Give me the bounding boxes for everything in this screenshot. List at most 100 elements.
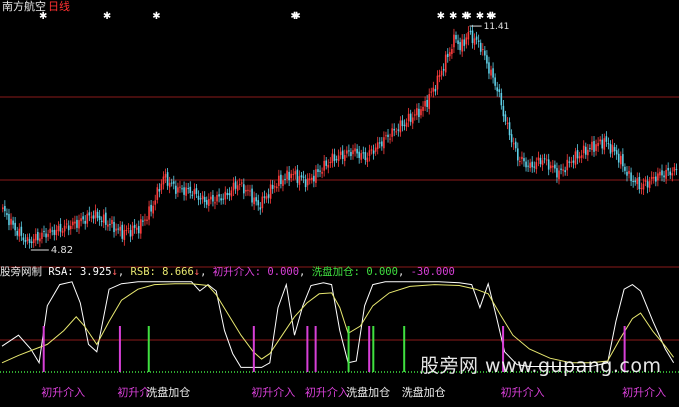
candle-body bbox=[576, 150, 579, 159]
chusheng-value: 0.000 bbox=[267, 266, 300, 278]
candle-body bbox=[78, 220, 80, 229]
candle-body bbox=[261, 196, 264, 209]
candle-body bbox=[26, 237, 29, 241]
candle-body bbox=[428, 94, 431, 109]
candle-body bbox=[127, 228, 130, 230]
extra-value: -30.000 bbox=[410, 266, 455, 278]
candle-body bbox=[383, 137, 385, 149]
candle-body bbox=[535, 162, 538, 170]
candle-body bbox=[655, 176, 657, 182]
candle-body bbox=[199, 198, 202, 200]
candle-body bbox=[43, 230, 45, 232]
candle-body bbox=[508, 122, 511, 136]
xipan-signal-bar bbox=[347, 326, 350, 372]
candle-body bbox=[574, 151, 577, 165]
candle-body bbox=[374, 147, 377, 152]
candle-body bbox=[494, 77, 496, 86]
candle-body bbox=[463, 39, 466, 46]
candle-body bbox=[533, 166, 536, 168]
candle-body bbox=[20, 226, 23, 236]
candle-body bbox=[238, 184, 241, 186]
candle-body bbox=[657, 173, 659, 181]
candle-body bbox=[154, 200, 157, 205]
candle-body bbox=[364, 152, 367, 161]
candle-body bbox=[595, 144, 597, 151]
candle-body bbox=[245, 189, 247, 192]
candle-body bbox=[527, 165, 529, 167]
candle-body bbox=[90, 216, 93, 218]
candle-body bbox=[442, 69, 445, 71]
candle-body bbox=[455, 35, 457, 40]
candle-body bbox=[446, 53, 449, 58]
candle-body bbox=[65, 223, 68, 225]
candle-body bbox=[257, 200, 260, 206]
candle-body bbox=[566, 159, 569, 171]
candle-body bbox=[479, 42, 482, 52]
signal-label: 初升介入 bbox=[251, 386, 296, 399]
candle-body bbox=[294, 171, 297, 175]
candle-body bbox=[226, 192, 229, 196]
candle-body bbox=[92, 215, 95, 219]
candle-body bbox=[582, 145, 585, 154]
candle-body bbox=[111, 219, 113, 224]
signal-marker-icon: ✱ bbox=[488, 11, 496, 22]
candle-body bbox=[306, 178, 309, 186]
candle-body bbox=[181, 188, 183, 190]
candle-body bbox=[183, 187, 185, 195]
candle-body bbox=[597, 142, 599, 147]
candle-body bbox=[255, 197, 257, 202]
rsa-value: 3.925 bbox=[79, 266, 112, 278]
candle-body bbox=[488, 62, 490, 74]
candle-body bbox=[539, 157, 542, 165]
candle-body bbox=[378, 142, 381, 144]
candle-body bbox=[611, 145, 614, 152]
candle-body bbox=[572, 160, 575, 163]
candle-body bbox=[416, 108, 418, 116]
candle-body bbox=[133, 224, 136, 228]
candle-body bbox=[459, 42, 461, 51]
candle-body bbox=[185, 187, 187, 196]
candle-body bbox=[354, 148, 356, 152]
candle-body bbox=[140, 219, 142, 234]
candle-body bbox=[69, 225, 72, 230]
candle-body bbox=[236, 185, 239, 191]
candle-body bbox=[675, 168, 678, 170]
candle-body bbox=[385, 135, 387, 137]
signal-marker-icon: ✱ bbox=[152, 11, 160, 22]
candle-body bbox=[220, 198, 222, 201]
candle-body bbox=[119, 226, 122, 231]
signal-marker-icon: ✱ bbox=[437, 11, 445, 22]
candle-body bbox=[164, 174, 167, 178]
indicator-header: 股旁网制 RSA: 3.925↓, RSB: 8.666↓, 初升介入: 0.0… bbox=[0, 266, 455, 278]
candle-body bbox=[170, 182, 173, 184]
candle-body bbox=[39, 238, 41, 242]
candle-body bbox=[558, 170, 560, 180]
candle-body bbox=[498, 89, 501, 92]
candle-body bbox=[461, 39, 463, 52]
candle-body bbox=[57, 225, 60, 232]
candle-body bbox=[16, 230, 19, 236]
candle-body bbox=[580, 155, 583, 158]
candle-body bbox=[37, 232, 39, 241]
rsb-value: 8.666 bbox=[162, 266, 194, 278]
candle-body bbox=[568, 161, 571, 163]
candle-body bbox=[368, 150, 371, 156]
candle-body bbox=[317, 169, 319, 172]
candle-body bbox=[189, 186, 192, 194]
xipan-signal-bar bbox=[403, 326, 406, 372]
candle-body bbox=[620, 155, 622, 165]
chusheng-signal-bar bbox=[368, 326, 371, 372]
candle-body bbox=[630, 172, 632, 182]
candle-body bbox=[129, 230, 132, 237]
candle-body bbox=[210, 196, 212, 200]
candle-body bbox=[63, 225, 66, 232]
candle-body bbox=[607, 143, 610, 145]
candle-body bbox=[212, 194, 214, 202]
candle-body bbox=[208, 199, 210, 206]
candle-body bbox=[67, 225, 70, 231]
candle-body bbox=[331, 153, 334, 163]
candle-body bbox=[335, 159, 338, 161]
chart-canvas[interactable]: 4.8211.41✱ ✱ ✱ ✱✱ ✱ ✱ ✱✱ ✱ ✱✱ bbox=[0, 0, 679, 407]
candle-body bbox=[352, 150, 354, 155]
stock-name: 南方航空 bbox=[2, 0, 46, 13]
